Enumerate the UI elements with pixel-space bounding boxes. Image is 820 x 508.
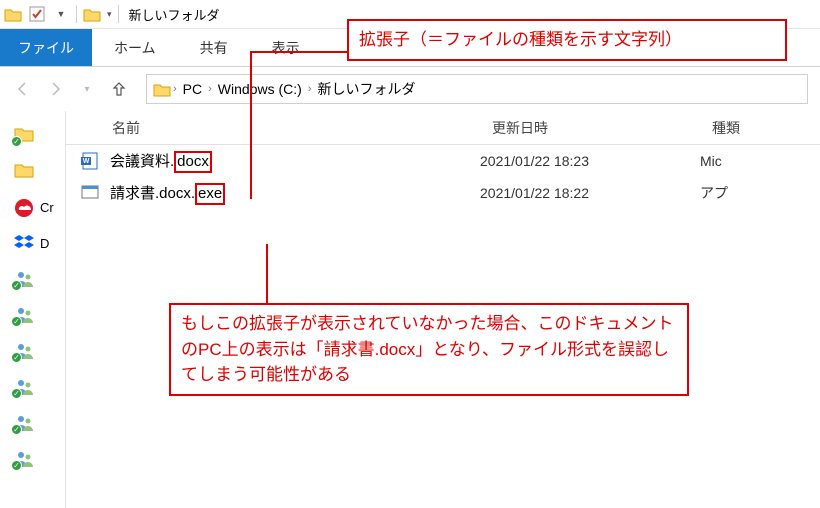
window-title: 新しいフォルダ (129, 5, 220, 24)
tree-label: Cr (40, 200, 54, 215)
tree-item[interactable]: ✓ (0, 261, 65, 297)
tree-item[interactable]: ✓ (0, 369, 65, 405)
folder-icon: ✓ (14, 126, 34, 144)
column-name[interactable]: 名前 (112, 118, 492, 138)
annotation-line (250, 51, 347, 53)
sync-check-icon: ✓ (11, 460, 22, 471)
column-headers: 名前 更新日時 種類 (66, 111, 820, 145)
user-icon: ✓ (14, 306, 34, 324)
file-row[interactable]: 請求書.docx.exe 2021/01/22 18:22 アプ (66, 177, 820, 209)
tree-item[interactable]: ✓ (0, 441, 65, 477)
tree-label: D (40, 236, 49, 251)
file-type: Mic (700, 153, 722, 169)
chevron-right-icon[interactable]: › (173, 83, 177, 95)
user-icon: ✓ (14, 342, 34, 360)
word-doc-icon: W (80, 151, 100, 171)
sync-check-icon: ✓ (11, 316, 22, 327)
file-type: アプ (700, 183, 728, 203)
column-modified[interactable]: 更新日時 (492, 118, 712, 138)
checkbox-icon (28, 5, 46, 23)
chevron-right-icon[interactable]: › (208, 83, 212, 95)
creative-cloud-icon (14, 198, 34, 216)
sync-check-icon: ✓ (11, 424, 22, 435)
file-modified: 2021/01/22 18:22 (480, 185, 700, 201)
up-button[interactable] (108, 78, 130, 100)
history-dropdown[interactable]: ▾ (76, 78, 98, 100)
folder-icon (153, 82, 171, 97)
annotation-top: 拡張子（＝ファイルの種類を示す文字列） (347, 19, 787, 61)
annotation-line (266, 244, 268, 304)
sync-check-icon: ✓ (11, 388, 22, 399)
caret-menu-icon[interactable]: ▾ (107, 9, 112, 20)
file-modified: 2021/01/22 18:23 (480, 153, 700, 169)
tree-item[interactable]: ✓ (0, 405, 65, 441)
tab-view[interactable]: 表示 (250, 29, 322, 66)
folder-title-icon (83, 5, 101, 23)
annotation-bottom: もしこの拡張子が表示されていなかった場合、このドキュメントのPC上の表示は「請求… (169, 303, 689, 396)
folder-icon (14, 162, 34, 180)
dropbox-icon (14, 234, 34, 252)
exe-icon (80, 183, 100, 203)
svg-text:W: W (83, 158, 90, 165)
file-name: 請求書.docx.exe (110, 182, 480, 205)
separator (118, 5, 119, 23)
tab-file[interactable]: ファイル (0, 29, 92, 66)
breadcrumb[interactable]: › PC › Windows (C:) › 新しいフォルダ (146, 74, 808, 104)
tree-item[interactable]: ✓ (0, 297, 65, 333)
file-row[interactable]: W 会議資料.docx 2021/01/22 18:23 Mic (66, 145, 820, 177)
sync-check-icon: ✓ (11, 280, 22, 291)
chevron-right-icon[interactable]: › (308, 83, 312, 95)
tab-share[interactable]: 共有 (178, 29, 250, 66)
separator (76, 5, 77, 23)
file-name: 会議資料.docx (110, 150, 480, 173)
extension-highlight: exe (195, 183, 225, 205)
user-icon: ✓ (14, 414, 34, 432)
sync-check-icon: ✓ (11, 136, 22, 147)
tree-item[interactable]: D (0, 225, 65, 261)
crumb-drive[interactable]: Windows (C:) (214, 81, 306, 97)
tree-item[interactable] (0, 153, 65, 189)
crumb-folder[interactable]: 新しいフォルダ (313, 79, 419, 99)
tab-home[interactable]: ホーム (92, 29, 178, 66)
sync-check-icon: ✓ (11, 352, 22, 363)
tree-item[interactable]: ✓ (0, 333, 65, 369)
extension-highlight: docx (174, 151, 212, 173)
crumb-pc[interactable]: PC (179, 81, 206, 97)
folder-icon (4, 5, 22, 23)
tree-item[interactable]: Cr (0, 189, 65, 225)
caret-down-icon[interactable]: ▼ (52, 5, 70, 23)
forward-button[interactable] (44, 78, 66, 100)
annotation-line (250, 51, 252, 199)
tree-item[interactable]: ✓ (0, 117, 65, 153)
user-icon: ✓ (14, 450, 34, 468)
nav-tree: ✓ Cr D ✓ (0, 111, 66, 508)
navigation-bar: ▾ › PC › Windows (C:) › 新しいフォルダ (0, 67, 820, 111)
back-button[interactable] (12, 78, 34, 100)
user-icon: ✓ (14, 378, 34, 396)
column-type[interactable]: 種類 (712, 118, 820, 138)
user-icon: ✓ (14, 270, 34, 288)
